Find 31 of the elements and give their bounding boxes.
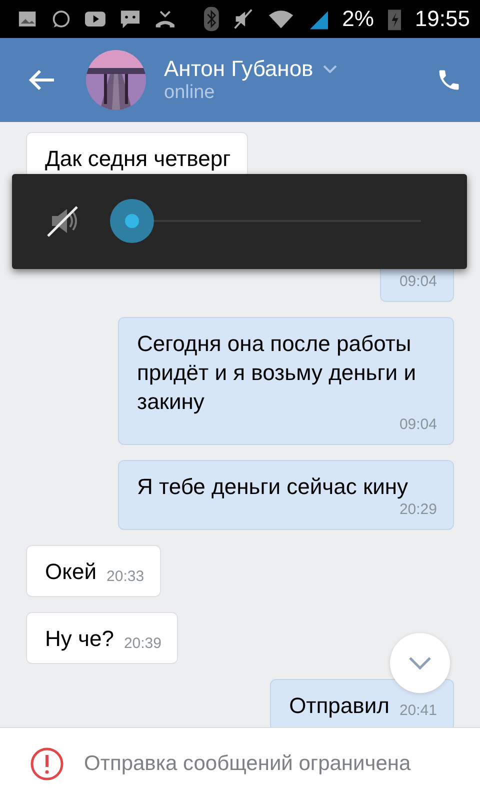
message-icon (120, 8, 140, 30)
warning-icon (30, 747, 64, 782)
message-time: 20:39 (124, 634, 162, 653)
mute-icon (233, 6, 254, 31)
bluetooth-icon (204, 6, 220, 32)
battery-icon (388, 6, 401, 31)
contact-name[interactable]: Антон Губанов (164, 56, 314, 82)
message-text: Дак седня четверг (45, 144, 231, 173)
chevron-down-icon (408, 656, 432, 670)
back-arrow-icon[interactable] (28, 68, 56, 92)
wifi-icon (268, 8, 294, 30)
chevron-down-icon[interactable] (323, 64, 338, 73)
message-time: 20:29 (399, 500, 437, 519)
message-text: Ну че? (45, 624, 114, 653)
chat-bubble-icon (50, 8, 72, 30)
restriction-notice: Отправка сообщений ограничена (84, 752, 411, 776)
play-icon (85, 10, 106, 28)
missed-call-icon (154, 8, 176, 29)
message-time: 09:04 (399, 416, 437, 434)
image-icon (18, 8, 37, 29)
clock-time: 19:55 (414, 6, 470, 32)
message-time: 09:04 (399, 272, 437, 291)
speaker-muted-icon[interactable] (46, 204, 80, 238)
message-time: 20:41 (399, 702, 437, 720)
battery-percent: 2% (342, 6, 374, 32)
message-text: Сегодня она после работы придёт и я возьму деньги и закину (137, 330, 417, 416)
message-text: Я тебе деньги сейчас кину (137, 472, 410, 501)
message-text: Окей (45, 558, 97, 586)
message-text: Отправил (289, 692, 390, 720)
contact-status: online (164, 82, 216, 104)
message-time: 20:33 (106, 568, 144, 586)
